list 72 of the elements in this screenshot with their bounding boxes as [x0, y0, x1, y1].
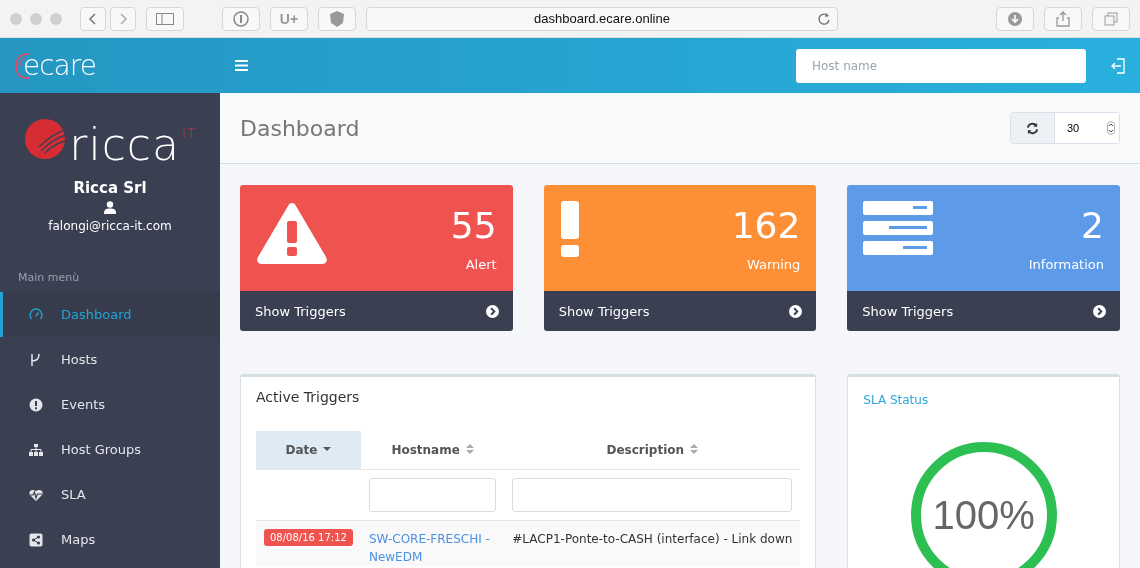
- menu-section-label: Main menù: [17, 270, 81, 284]
- date-badge: 08/08/16 17:12: [264, 529, 353, 546]
- sidebar-item[interactable]: SLA: [0, 472, 220, 517]
- share-icon: [1056, 10, 1070, 27]
- warning-triangle-icon: [256, 201, 328, 265]
- trigger-count: 55: [450, 204, 497, 248]
- host-search-field[interactable]: Host name: [796, 48, 1086, 83]
- sort-icon: [465, 444, 474, 454]
- shield-icon: [330, 10, 344, 27]
- sidebar-toggle-button[interactable]: [146, 6, 184, 31]
- shield-extension-button[interactable]: [318, 6, 356, 31]
- column-header[interactable]: Description: [504, 431, 801, 470]
- sidebar-item[interactable]: Events: [0, 382, 220, 427]
- chevron-circle-icon: [1093, 304, 1106, 318]
- forward-icon: [118, 11, 128, 26]
- logo-icon: [23, 117, 68, 161]
- branch-icon: [29, 352, 43, 367]
- sort-icon: [690, 444, 699, 454]
- user-email: falongi@ricca-it.com: [48, 219, 172, 233]
- trigger-count: 162: [731, 204, 801, 248]
- sidebar-item[interactable]: Dashboard: [0, 292, 220, 337]
- ricca-logo: ricca$^{IT}$: [69, 118, 197, 167]
- forward-button[interactable]: [110, 6, 136, 31]
- chevron-circle-icon: [789, 304, 803, 318]
- window-close-button[interactable]: [10, 12, 22, 25]
- alert-icon: [29, 397, 43, 412]
- logout-icon[interactable]: [1110, 57, 1126, 74]
- window-minimize-button[interactable]: [30, 12, 42, 25]
- severity-label: Information: [1028, 257, 1104, 272]
- menu-icon[interactable]: [235, 60, 248, 71]
- panel-title: SLA Status: [863, 393, 930, 407]
- reload-icon[interactable]: [817, 11, 831, 26]
- sidebar-item[interactable]: Host Groups: [0, 427, 220, 472]
- user-icon: [104, 201, 116, 214]
- show-triggers-link[interactable]: Show Triggers: [543, 291, 817, 331]
- ecare-logo: ecare: [23, 49, 96, 82]
- heartbeat-icon: [29, 487, 43, 502]
- share-icon: [29, 532, 43, 547]
- tabs-icon: [1104, 11, 1118, 26]
- sidebar-icon: [156, 12, 174, 25]
- table-cell: #LACP1-Ponte-to-CASH (interface) - Link down: [512, 532, 793, 546]
- description-filter-field[interactable]: [512, 478, 793, 512]
- sitemap-icon: [29, 442, 43, 457]
- back-button[interactable]: [80, 6, 106, 31]
- severity-label: Alert: [465, 257, 497, 272]
- download-icon: [1008, 11, 1022, 26]
- download-button[interactable]: [996, 6, 1034, 31]
- caret-icon: [323, 444, 332, 454]
- gauge-icon: [29, 307, 43, 322]
- window-zoom-button[interactable]: [50, 12, 62, 25]
- sidebar-item[interactable]: Maps: [0, 517, 220, 562]
- keyhole-icon: [233, 10, 249, 27]
- company-name: Ricca Srl: [73, 179, 147, 197]
- sidebar-item[interactable]: Hosts: [0, 337, 220, 382]
- column-header[interactable]: Date: [256, 431, 361, 470]
- share-button[interactable]: [1044, 6, 1082, 31]
- show-triggers-link[interactable]: Show Triggers: [240, 291, 513, 331]
- chevron-circle-icon: [485, 304, 499, 318]
- sla-percentage: 100%: [931, 493, 1036, 538]
- trigger-count: 2: [1081, 204, 1104, 248]
- hostname-filter-field[interactable]: [368, 478, 497, 512]
- password-extension-button[interactable]: [222, 6, 260, 31]
- panel-title: Active Triggers: [256, 389, 361, 405]
- tabs-button[interactable]: [1092, 6, 1130, 31]
- page-title: Dashboard: [240, 115, 360, 141]
- severity-label: Warning: [746, 257, 801, 272]
- exclamation-icon: [559, 201, 580, 257]
- address-bar[interactable]: dashboard.ecare.online: [366, 6, 838, 31]
- show-triggers-link[interactable]: Show Triggers: [847, 291, 1120, 331]
- back-icon: [88, 11, 98, 26]
- column-header[interactable]: Hostname: [360, 431, 505, 470]
- server-list-icon: [863, 201, 934, 255]
